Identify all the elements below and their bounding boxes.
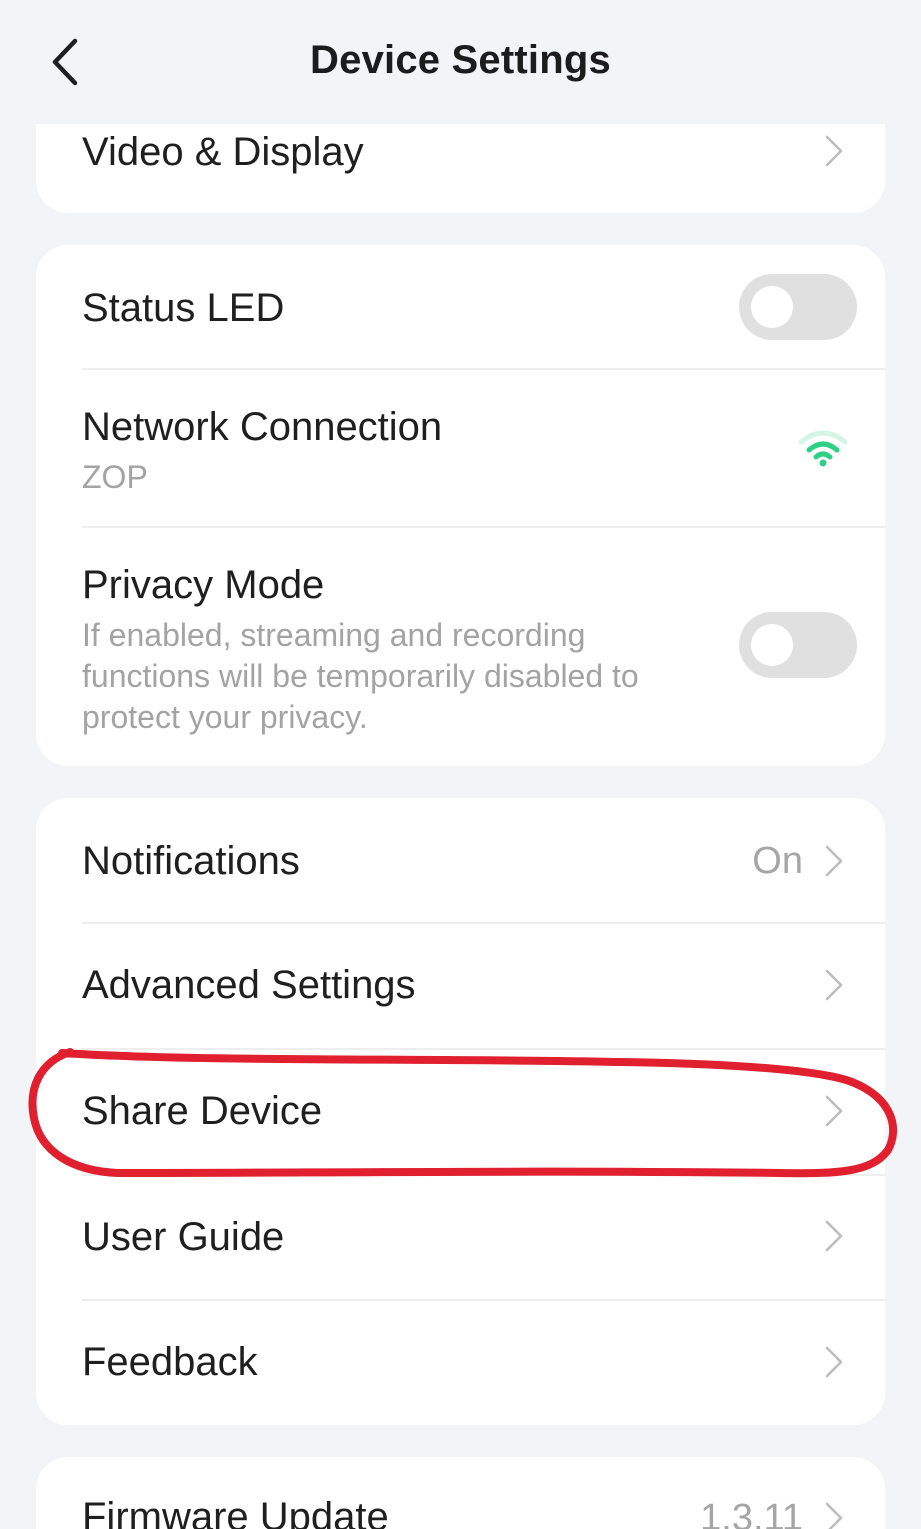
chevron-right-icon <box>825 845 843 877</box>
chevron-right-icon <box>825 969 843 1001</box>
user-guide-label: User Guide <box>82 1215 285 1259</box>
network-connection-label: Network Connection <box>82 405 443 449</box>
privacy-mode-toggle[interactable] <box>739 612 857 678</box>
status-led-toggle[interactable] <box>739 274 857 340</box>
chevron-right-icon <box>825 1502 843 1529</box>
share-device-label: Share Device <box>82 1089 323 1133</box>
chevron-right-icon <box>825 1346 843 1378</box>
privacy-mode-row: Privacy Mode If enabled, streaming and r… <box>36 528 885 766</box>
notifications-row[interactable]: Notifications On <box>36 798 885 922</box>
wifi-icon <box>798 430 848 467</box>
share-device-row[interactable]: Share Device <box>36 1050 885 1174</box>
page-title: Device Settings <box>310 38 611 82</box>
privacy-mode-label: Privacy Mode <box>82 563 325 607</box>
feedback-row[interactable]: Feedback <box>36 1301 885 1425</box>
advanced-settings-row[interactable]: Advanced Settings <box>36 924 885 1048</box>
notifications-label: Notifications <box>82 839 300 883</box>
status-led-label: Status LED <box>82 286 285 330</box>
video-display-card: Video & Display <box>36 124 885 213</box>
firmware-update-label: Firmware Update <box>82 1495 389 1529</box>
firmware-card: Firmware Update 1.3.11 <box>36 1457 885 1529</box>
general-settings-card: Notifications On Advanced Settings Share… <box>36 798 885 1425</box>
network-connection-row[interactable]: Network Connection ZOP <box>36 370 885 526</box>
video-display-row[interactable]: Video & Display <box>36 124 885 213</box>
user-guide-row[interactable]: User Guide <box>36 1176 885 1300</box>
feedback-label: Feedback <box>82 1340 258 1384</box>
firmware-update-row[interactable]: Firmware Update 1.3.11 <box>36 1457 885 1529</box>
firmware-version: 1.3.11 <box>700 1497 803 1529</box>
video-display-label: Video & Display <box>82 130 364 174</box>
status-led-row: Status LED <box>36 245 885 369</box>
privacy-mode-description: If enabled, streaming and recording func… <box>82 617 639 735</box>
chevron-right-icon <box>825 1095 843 1127</box>
chevron-right-icon <box>825 1220 843 1252</box>
network-ssid: ZOP <box>82 459 148 495</box>
header-bar: Device Settings <box>0 0 921 124</box>
toggle-knob <box>751 286 793 328</box>
device-options-card: Status LED Network Connection ZOP Privac… <box>36 245 885 766</box>
chevron-right-icon <box>825 135 843 167</box>
toggle-knob <box>751 624 793 666</box>
advanced-settings-label: Advanced Settings <box>82 963 416 1007</box>
notifications-value: On <box>752 840 803 882</box>
